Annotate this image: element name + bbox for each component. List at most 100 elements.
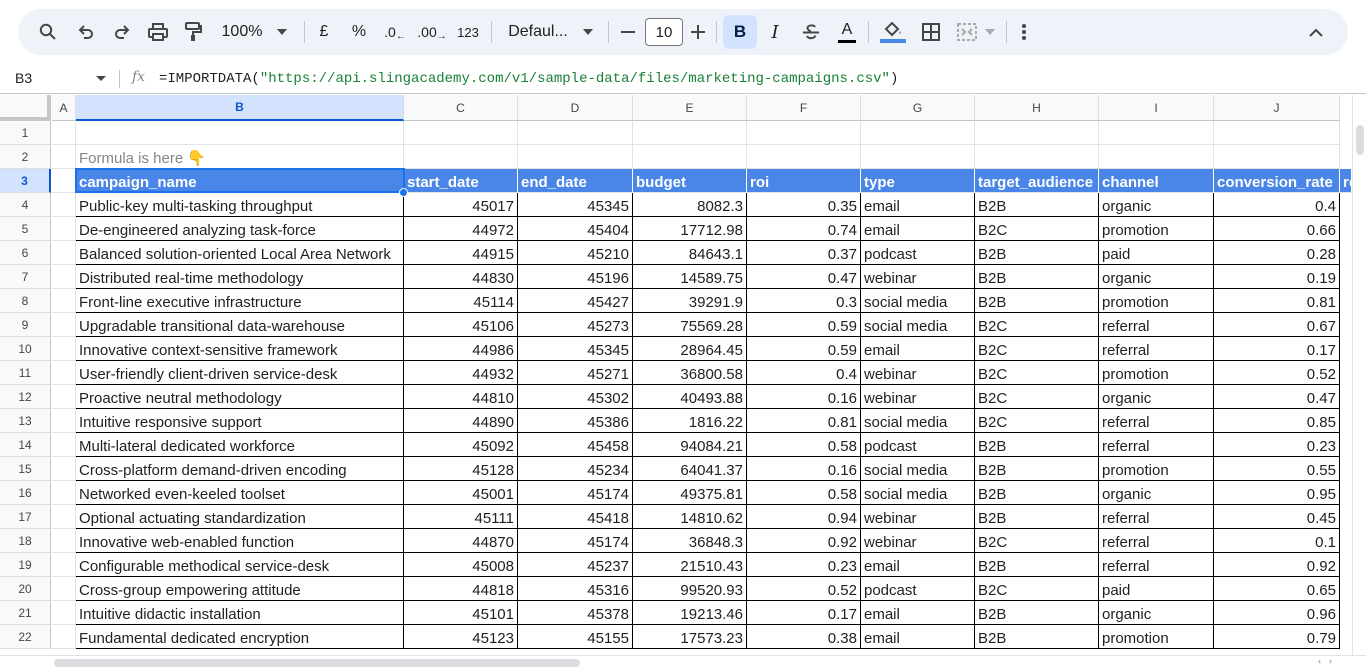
cell-a10[interactable] <box>52 337 76 361</box>
row-header-22[interactable]: 22 <box>0 625 51 649</box>
table-cell[interactable]: Proactive neutral methodology <box>76 385 404 409</box>
table-cell[interactable]: referral <box>1099 433 1214 457</box>
row-header-10[interactable]: 10 <box>0 337 51 361</box>
table-cell[interactable]: social media <box>861 457 975 481</box>
table-cell[interactable]: organic <box>1099 193 1214 217</box>
cell-a18[interactable] <box>52 529 76 553</box>
table-cell[interactable]: User-friendly client-driven service-desk <box>76 361 404 385</box>
cell-a9[interactable] <box>52 313 76 337</box>
table-cell[interactable]: webinar <box>861 505 975 529</box>
table-cell[interactable]: email <box>861 193 975 217</box>
table-cell[interactable]: B2B <box>975 601 1099 625</box>
table-cell[interactable]: 0.81 <box>1214 289 1340 313</box>
horizontal-scrollbar[interactable]: ‹› <box>0 655 1366 668</box>
cell-empty[interactable] <box>1214 145 1340 169</box>
cell-empty[interactable] <box>747 145 861 169</box>
fill-handle[interactable] <box>399 188 408 197</box>
table-cell[interactable]: Balanced solution-oriented Local Area Ne… <box>76 241 404 265</box>
table-cell[interactable]: B2B <box>975 289 1099 313</box>
cell-empty[interactable] <box>633 145 747 169</box>
table-cell[interactable]: 17712.98 <box>633 217 747 241</box>
row-header-1[interactable]: 1 <box>0 121 51 145</box>
row-header-5[interactable]: 5 <box>0 217 51 241</box>
table-cell[interactable]: B2C <box>975 385 1099 409</box>
formula-input[interactable]: =IMPORTDATA("https://api.slingacademy.co… <box>159 71 898 87</box>
table-cell[interactable]: 45316 <box>518 577 633 601</box>
table-cell[interactable]: 44915 <box>404 241 518 265</box>
row-header-14[interactable]: 14 <box>0 433 51 457</box>
more-vert-icon[interactable] <box>1014 9 1034 55</box>
column-header-h[interactable]: H <box>975 95 1099 121</box>
table-cell[interactable]: B2C <box>975 409 1099 433</box>
row-header-15[interactable]: 15 <box>0 457 51 481</box>
table-cell[interactable]: 0.67 <box>1214 313 1340 337</box>
table-cell[interactable]: email <box>861 601 975 625</box>
row-header-20[interactable]: 20 <box>0 577 51 601</box>
minus-icon[interactable] <box>618 9 638 55</box>
table-cell[interactable]: 0.47 <box>1214 385 1340 409</box>
column-header-i[interactable]: I <box>1099 95 1214 121</box>
table-cell[interactable]: 0.16 <box>747 457 861 481</box>
table-cell[interactable]: 14589.75 <box>633 265 747 289</box>
table-cell[interactable]: B2C <box>975 361 1099 385</box>
row-header-16[interactable]: 16 <box>0 481 51 505</box>
table-cell[interactable]: Configurable methodical service-desk <box>76 553 404 577</box>
table-cell[interactable]: B2B <box>975 265 1099 289</box>
table-cell[interactable]: 45008 <box>404 553 518 577</box>
table-cell[interactable]: 17573.23 <box>633 625 747 649</box>
table-cell[interactable]: email <box>861 553 975 577</box>
table-cell[interactable]: organic <box>1099 601 1214 625</box>
table-cell[interactable]: 19213.46 <box>633 601 747 625</box>
table-cell[interactable]: 45273 <box>518 313 633 337</box>
table-cell[interactable]: 28964.45 <box>633 337 747 361</box>
search-icon[interactable] <box>36 9 60 55</box>
table-cell[interactable]: email <box>861 217 975 241</box>
spreadsheet-grid[interactable]: A B C D E F G H I J 1 2 3 4 5 6 7 8 9 10 11 12 13 14 15 16 17 18 19 2… <box>0 95 1366 655</box>
cell-empty[interactable] <box>518 145 633 169</box>
column-header-c[interactable]: C <box>404 95 518 121</box>
table-cell[interactable]: 44972 <box>404 217 518 241</box>
table-cell[interactable]: Front-line executive infrastructure <box>76 289 404 313</box>
table-cell[interactable]: promotion <box>1099 361 1214 385</box>
cell-a15[interactable] <box>52 457 76 481</box>
table-cell[interactable]: 0.92 <box>1214 553 1340 577</box>
table-cell[interactable]: 8082.3 <box>633 193 747 217</box>
table-cell[interactable]: B2B <box>975 193 1099 217</box>
table-cell[interactable]: Upgradable transitional data-warehouse <box>76 313 404 337</box>
cell-a12[interactable] <box>52 385 76 409</box>
table-cell[interactable]: Innovative context-sensitive framework <box>76 337 404 361</box>
table-cell[interactable]: 45386 <box>518 409 633 433</box>
table-cell[interactable]: 0.59 <box>747 313 861 337</box>
table-cell[interactable]: 0.35 <box>747 193 861 217</box>
cell-empty[interactable] <box>1099 145 1214 169</box>
table-cell[interactable]: 0.37 <box>747 241 861 265</box>
table-cell[interactable]: Cross-group empowering attitude <box>76 577 404 601</box>
table-cell[interactable]: B2B <box>975 505 1099 529</box>
table-cell[interactable]: B2C <box>975 337 1099 361</box>
column-header-f[interactable]: F <box>747 95 861 121</box>
table-cell[interactable]: 75569.28 <box>633 313 747 337</box>
table-cell[interactable]: 44830 <box>404 265 518 289</box>
table-cell[interactable]: Innovative web-enabled function <box>76 529 404 553</box>
column-header-g[interactable]: G <box>861 95 975 121</box>
table-cell[interactable]: social media <box>861 481 975 505</box>
table-cell[interactable]: 45174 <box>518 481 633 505</box>
table-cell[interactable]: promotion <box>1099 457 1214 481</box>
table-cell[interactable]: 36848.3 <box>633 529 747 553</box>
table-cell[interactable]: B2C <box>975 313 1099 337</box>
chevron-down-icon[interactable] <box>96 76 106 81</box>
cell-a14[interactable] <box>52 433 76 457</box>
table-cell[interactable]: webinar <box>861 529 975 553</box>
table-cell[interactable]: 44810 <box>404 385 518 409</box>
cell-a2[interactable] <box>52 145 76 169</box>
table-cell[interactable]: webinar <box>861 385 975 409</box>
table-cell[interactable]: 45378 <box>518 601 633 625</box>
table-cell[interactable]: promotion <box>1099 289 1214 313</box>
table-cell[interactable]: 45210 <box>518 241 633 265</box>
header-cell-channel[interactable]: channel <box>1099 169 1214 193</box>
more-formats-button[interactable]: 123 <box>454 9 482 55</box>
column-header-j[interactable]: J <box>1214 95 1340 121</box>
table-cell[interactable]: 0.17 <box>747 601 861 625</box>
cell-a17[interactable] <box>52 505 76 529</box>
table-cell[interactable]: 45017 <box>404 193 518 217</box>
